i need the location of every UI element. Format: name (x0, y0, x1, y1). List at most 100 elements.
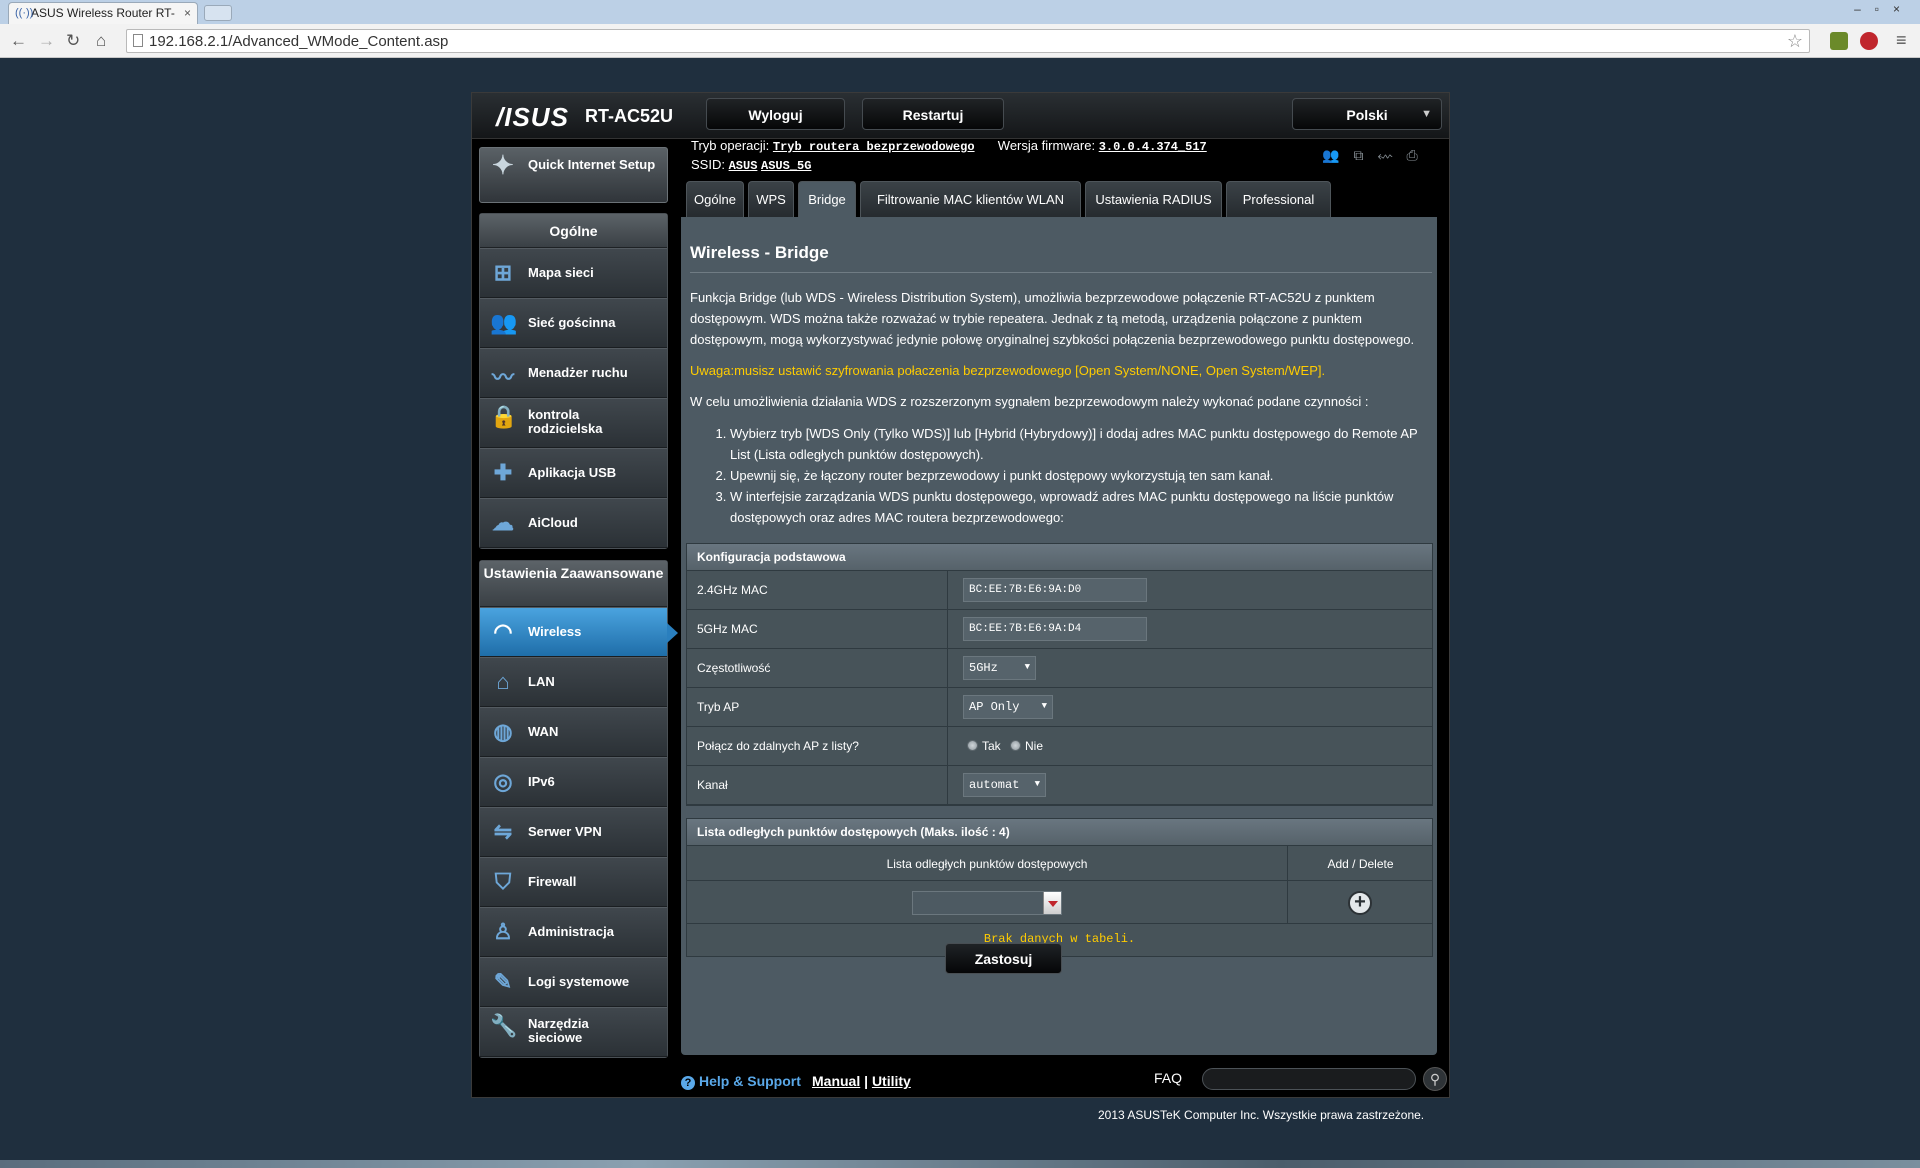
logout-button[interactable]: Wyloguj (706, 98, 845, 130)
sidebar-item-aicloud[interactable]: ☁ AiCloud (480, 498, 667, 548)
mac5-label: 5GHz MAC (697, 622, 758, 636)
tab-mac-filter[interactable]: Filtrowanie MAC klientów WLAN (860, 181, 1081, 217)
network-map-icon: ⊞ (493, 260, 513, 285)
sidebar-item-system-log[interactable]: ✎ Logi systemowe (480, 957, 667, 1007)
sidebar-item-ipv6[interactable]: ◎ IPv6 (480, 757, 667, 807)
address-bar[interactable]: 192.168.2.1/Advanced_WMode_Content.asp ☆ (126, 29, 1810, 53)
remote-ap-heading: Lista odległych punktów dostępowych (Mak… (687, 819, 1432, 846)
sidebar-item-label: LAN (528, 674, 555, 689)
sidebar-item-network-map[interactable]: ⊞ Mapa sieci (480, 248, 667, 298)
operation-mode-label: Tryb operacji: (691, 138, 770, 153)
forward-icon[interactable]: → (38, 31, 55, 51)
no-radio[interactable] (1010, 740, 1021, 751)
window-controls[interactable]: –▫× (1854, 2, 1914, 16)
ssid-link-24[interactable]: ASUS (729, 159, 758, 173)
tab-bridge[interactable]: Bridge (798, 181, 856, 217)
url-text: 192.168.2.1/Advanced_WMode_Content.asp (149, 33, 449, 50)
footer-links: Manual | Utility (812, 1073, 911, 1089)
sidebar-item-label: Firewall (528, 874, 577, 889)
yes-label: Tak (982, 739, 1001, 753)
channel-label: Kanał (697, 778, 728, 792)
help-support-link[interactable]: ? Help & Support (681, 1073, 801, 1090)
new-tab-button[interactable] (204, 5, 232, 21)
step-item: Upewnij się, że łączony router bezprzewo… (730, 465, 1438, 486)
ssid-link-5[interactable]: ASUS_5G (761, 159, 811, 173)
help-label: Help & Support (699, 1073, 801, 1089)
mac24-field[interactable]: BC:EE:7B:E6:9A:D0 (963, 578, 1147, 602)
table-row: 2.4GHz MAC BC:EE:7B:E6:9A:D0 (687, 571, 1432, 610)
ap-mode-label: Tryb AP (697, 700, 740, 714)
sidebar-item-label: IPv6 (528, 774, 555, 789)
router-window: /ISUS RT-AC52U Wyloguj Restartuj Polski … (471, 92, 1450, 1098)
copyright-text: 2013 ASUSTeK Computer Inc. Wszystkie pra… (1098, 1108, 1425, 1122)
sidebar-item-network-tools[interactable]: 🔧 Narzędzia sieciowe (480, 1007, 667, 1057)
search-icon[interactable]: ⚲ (1423, 1067, 1447, 1091)
shield-icon: ⛉ (494, 869, 512, 894)
router-header: /ISUS RT-AC52U Wyloguj Restartuj Polski … (472, 93, 1449, 139)
sidebar-item-wireless[interactable]: ◠ Wireless (480, 607, 678, 657)
language-select[interactable]: Polski ▼ (1292, 98, 1442, 130)
sidebar-item-lan[interactable]: ⌂ LAN (480, 657, 667, 707)
wrench-icon: 🔧 (490, 1013, 518, 1038)
browser-menu-icon[interactable]: ≡ (1896, 30, 1907, 51)
extension-icon[interactable] (1830, 32, 1848, 50)
home-icon: ⌂ (496, 669, 510, 694)
taskbar (0, 1160, 1920, 1168)
ap-mode-value: AP Only (969, 700, 1020, 714)
restart-button[interactable]: Restartuj (862, 98, 1004, 130)
advanced-menu: Ustawienia Zaawansowane ◠ Wireless ⌂ LAN… (479, 560, 678, 1058)
frequency-select[interactable]: 5GHz ▼ (963, 656, 1036, 680)
tab-general[interactable]: Ogólne (686, 181, 744, 217)
sidebar-item-vpn-server[interactable]: ⇋ Serwer VPN (480, 807, 667, 857)
ap-mode-select[interactable]: AP Only ▼ (963, 695, 1053, 719)
general-menu: Ogólne ⊞ Mapa sieci 👥 Sieć gościnna 〰 Me… (479, 213, 668, 549)
operation-mode-link[interactable]: Tryb routera bezprzewodowego (773, 140, 975, 154)
column-header-action: Add / Delete (1327, 857, 1394, 871)
faq-search-input[interactable] (1202, 1068, 1416, 1090)
devices-icon[interactable]: ⧉ (1353, 147, 1377, 163)
log-edit-icon: ✎ (493, 969, 513, 994)
apply-button[interactable]: Zastosuj (945, 943, 1062, 974)
tab-radius[interactable]: Ustawienia RADIUS (1085, 181, 1222, 217)
sidebar-item-usb-application[interactable]: ✚ Aplikacja USB (480, 448, 667, 498)
dropdown-arrow-icon[interactable] (1043, 892, 1061, 914)
firmware-label: Wersja firmware: (997, 138, 1096, 153)
qis-label: Quick Internet Setup (528, 157, 656, 172)
admin-user-icon: ♙ (493, 919, 513, 944)
quick-internet-setup-button[interactable]: ✦ Quick Internet Setup (479, 147, 668, 203)
browser-tab[interactable]: ((·)) ASUS Wireless Router RT- × (8, 2, 198, 24)
clients-icon[interactable]: 👥 (1322, 147, 1353, 163)
printer-icon[interactable]: ⎙ (1407, 147, 1432, 163)
tab-professional[interactable]: Professional (1226, 181, 1331, 217)
remote-ap-select[interactable] (912, 891, 1062, 915)
home-icon[interactable]: ⌂ (96, 31, 106, 51)
wds-intro: W celu umożliwienia działania WDS z rozs… (690, 394, 1369, 409)
sidebar-item-traffic-manager[interactable]: 〰 Menadżer ruchu (480, 348, 667, 398)
table-row: Częstotliwość 5GHz ▼ (687, 649, 1432, 688)
firmware-link[interactable]: 3.0.0.4.374_517 (1099, 140, 1207, 154)
sidebar-item-label: WAN (528, 724, 559, 739)
puzzle-icon: ✚ (493, 460, 513, 485)
manual-link[interactable]: Manual (812, 1073, 860, 1089)
basic-config-table: Konfiguracja podstawowa 2.4GHz MAC BC:EE… (686, 543, 1433, 806)
tab-wps[interactable]: WPS (748, 181, 794, 217)
sidebar-item-firewall[interactable]: ⛉ Firewall (480, 857, 667, 907)
yes-radio[interactable] (967, 740, 978, 751)
frequency-value: 5GHz (969, 661, 998, 675)
bookmark-star-icon[interactable]: ☆ (1787, 31, 1803, 52)
sidebar-item-wan[interactable]: ◍ WAN (480, 707, 667, 757)
opera-extension-icon[interactable] (1860, 32, 1878, 50)
add-ap-button[interactable]: + (1348, 891, 1372, 915)
no-label: Nie (1025, 739, 1044, 753)
reload-icon[interactable]: ↻ (66, 31, 80, 51)
usb-icon[interactable]: ⇜ (1377, 147, 1406, 163)
utility-link[interactable]: Utility (872, 1073, 911, 1089)
back-icon[interactable]: ← (10, 31, 27, 51)
sidebar-item-label: kontrola rodzicielska (528, 407, 603, 436)
mac5-field[interactable]: BC:EE:7B:E6:9A:D4 (963, 617, 1147, 641)
close-tab-icon[interactable]: × (184, 6, 191, 20)
sidebar-item-parental-control[interactable]: 🔒 kontrola rodzicielska (480, 398, 667, 448)
sidebar-item-guest-network[interactable]: 👥 Sieć gościnna (480, 298, 667, 348)
channel-select[interactable]: automat ▼ (963, 773, 1046, 797)
sidebar-item-administration[interactable]: ♙ Administracja (480, 907, 667, 957)
